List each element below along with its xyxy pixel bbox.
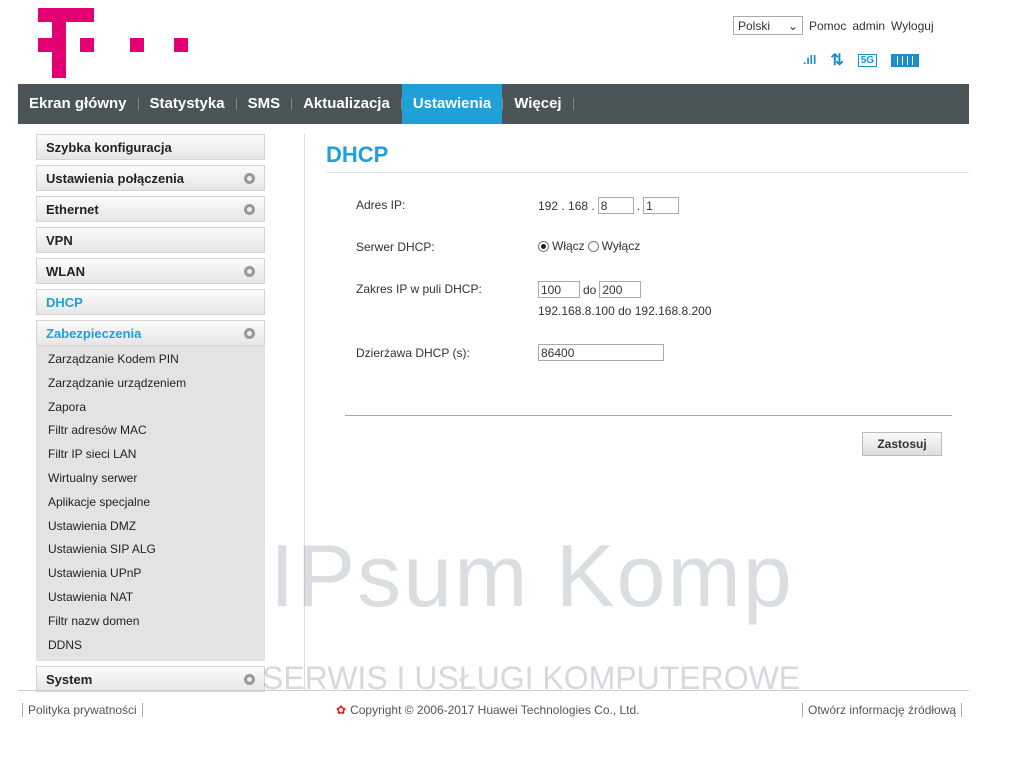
ip-range-label: Zakres IP w puli DHCP: — [356, 282, 482, 296]
sidebar-item-dhcp[interactable]: DHCP — [36, 289, 265, 315]
submenu-item[interactable]: Zarządzanie Kodem PIN — [36, 348, 265, 372]
signal-icon: .ıll — [803, 53, 817, 67]
divider — [18, 690, 969, 691]
label: System — [46, 671, 93, 687]
submenu-item[interactable]: Zapora — [36, 396, 265, 420]
label: VPN — [46, 232, 73, 248]
logout-link[interactable]: Wyloguj — [891, 19, 934, 33]
submenu-item[interactable]: Filtr IP sieci LAN — [36, 443, 265, 467]
submenu-item[interactable]: Filtr nazw domen — [36, 610, 265, 634]
sidebar-item-ethernet[interactable]: Ethernet — [36, 196, 265, 222]
ip-label: Adres IP: — [356, 198, 406, 212]
divider — [326, 172, 969, 173]
user-link[interactable]: admin — [852, 19, 885, 33]
sidebar-item-security[interactable]: Zabezpieczenia — [36, 320, 265, 346]
open-source-link[interactable]: Otwórz informację źródłową — [802, 703, 963, 717]
submenu-item[interactable]: Ustawienia NAT — [36, 586, 265, 610]
range-start-input[interactable]: 100 — [538, 281, 580, 298]
sidebar: Szybka konfiguracja Ustawienia połączeni… — [36, 134, 265, 697]
tab-more[interactable]: Więcej — [503, 84, 572, 124]
tab-update[interactable]: Aktualizacja — [292, 84, 401, 124]
label: Zabezpieczenia — [46, 325, 142, 341]
apply-button[interactable]: Zastosuj — [862, 432, 942, 456]
help-link[interactable]: Pomoc — [809, 19, 846, 33]
submenu-item[interactable]: Wirtualny serwer — [36, 467, 265, 491]
tab-settings[interactable]: Ustawienia — [401, 84, 503, 124]
5g-icon: 5G — [857, 53, 878, 67]
lease-input[interactable]: 86400 — [538, 344, 664, 361]
submenu-item[interactable]: Aplikacje specjalne — [36, 491, 265, 515]
chevron-down-icon: ⌄ — [787, 18, 798, 33]
submenu-item[interactable]: Filtr adresów MAC — [36, 419, 265, 443]
language-select[interactable]: Polski ⌄ — [733, 16, 803, 35]
dhcp-off-label: Wyłącz — [601, 239, 641, 253]
watermark-logo: IPsum Komp — [270, 526, 794, 625]
tab-sms[interactable]: SMS — [237, 84, 292, 124]
dhcp-on-radio[interactable] — [538, 240, 549, 252]
page-title: DHCP — [326, 142, 389, 167]
tab-home[interactable]: Ekran główny — [18, 84, 138, 124]
sidebar-item-vpn[interactable]: VPN — [36, 227, 265, 253]
privacy-link[interactable]: Polityka prywatności — [22, 703, 143, 717]
label: Ustawienia połączenia — [46, 170, 184, 186]
dhcp-off-radio[interactable] — [587, 240, 599, 252]
sidebar-item-system[interactable]: System — [36, 666, 265, 693]
huawei-logo-icon: ✿ — [336, 703, 347, 717]
collapse-icon — [244, 327, 255, 339]
security-submenu: Zarządzanie Kodem PIN Zarządzanie urządze… — [36, 346, 265, 662]
submenu-item[interactable]: DDNS — [36, 634, 265, 658]
submenu-item[interactable]: Ustawienia UPnP — [36, 562, 265, 586]
range-text: 192.168.8.100 do 192.168.8.200 — [538, 304, 712, 318]
ip-fourth-octet-input[interactable]: 1 — [643, 197, 680, 214]
range-to-label: do — [583, 282, 597, 297]
submenu-item[interactable]: Ustawienia DMZ — [36, 515, 265, 539]
divider — [304, 134, 305, 690]
sidebar-item-quick-setup[interactable]: Szybka konfiguracja — [36, 134, 265, 160]
watermark-tagline: SERWIS I USŁUGI KOMPUTEROWE — [262, 660, 801, 696]
telekom-logo — [38, 8, 198, 80]
expand-icon — [244, 203, 255, 215]
range-end-input[interactable]: 200 — [599, 281, 642, 298]
lease-label: Dzierżawa DHCP (s): — [356, 346, 470, 360]
ip-third-octet-input[interactable]: 8 — [597, 197, 634, 214]
submenu-item[interactable]: Zarządzanie urządzeniem — [36, 372, 265, 396]
ip-dot: . — [636, 198, 641, 213]
copyright: Copyright © 2006-2017 Huawei Technologie… — [350, 703, 640, 717]
submenu-item[interactable]: Ustawienia SIP ALG — [36, 538, 265, 562]
battery-icon — [891, 53, 920, 67]
expand-icon — [244, 265, 255, 277]
data-transfer-icon: ⇅ — [830, 52, 844, 69]
sidebar-item-connection[interactable]: Ustawienia połączenia — [36, 165, 265, 191]
label: Ethernet — [46, 201, 99, 217]
expand-icon — [244, 673, 255, 685]
sidebar-item-wlan[interactable]: WLAN — [36, 258, 265, 284]
main-nav: Ekran główny Statystyka SMS Aktualizacja… — [18, 84, 969, 124]
tab-statistics[interactable]: Statystyka — [139, 84, 236, 124]
dhcp-on-label: Włącz — [552, 239, 585, 253]
label: Szybka konfiguracja — [46, 139, 172, 155]
dhcp-server-label: Serwer DHCP: — [356, 240, 435, 254]
ip-prefix: 192 . 168 . — [538, 198, 595, 213]
label: DHCP — [46, 294, 83, 310]
label: WLAN — [46, 263, 85, 279]
language-value: Polski — [738, 18, 771, 33]
expand-icon — [244, 172, 255, 184]
divider — [345, 415, 952, 416]
